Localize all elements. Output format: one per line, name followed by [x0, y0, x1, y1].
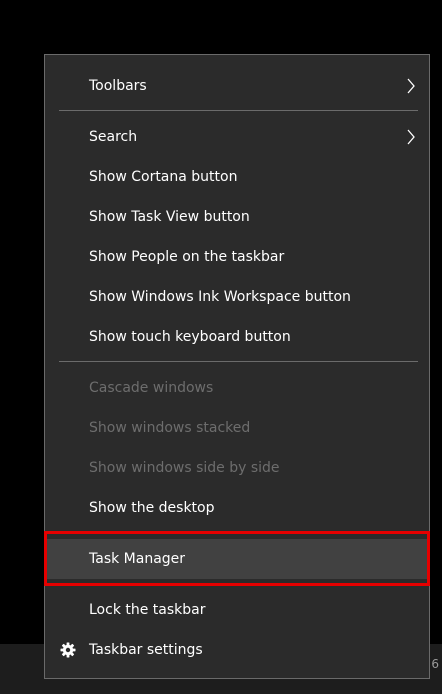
menu-separator	[59, 361, 418, 362]
menu-item-label: Show touch keyboard button	[89, 329, 291, 345]
menu-item-show-people[interactable]: Show People on the taskbar	[46, 237, 430, 277]
menu-item-label: Search	[89, 129, 138, 145]
gear-icon	[60, 642, 76, 658]
menu-item-label: Show Cortana button	[89, 169, 238, 185]
menu-item-label: Toolbars	[89, 78, 147, 94]
taskbar-context-menu: Toolbars Search Show Cortana button Show…	[44, 54, 430, 679]
menu-item-label: Show Windows Ink Workspace button	[89, 289, 351, 305]
menu-item-toolbars[interactable]: Toolbars	[46, 66, 430, 106]
tray-clock-fragment: 6	[431, 657, 439, 671]
chevron-right-icon	[407, 129, 415, 145]
menu-separator	[59, 532, 418, 533]
menu-item-label: Task Manager	[89, 551, 186, 567]
menu-item-search[interactable]: Search	[46, 117, 430, 157]
menu-item-label: Show windows side by side	[89, 460, 280, 476]
menu-item-label: Show windows stacked	[89, 420, 251, 436]
menu-item-taskbar-settings[interactable]: Taskbar settings	[46, 630, 430, 670]
menu-separator	[59, 110, 418, 111]
menu-item-label: Taskbar settings	[89, 642, 203, 658]
menu-item-task-manager[interactable]: Task Manager	[46, 539, 430, 579]
menu-item-show-the-desktop[interactable]: Show the desktop	[46, 488, 430, 528]
menu-item-label: Cascade windows	[89, 380, 214, 396]
menu-item-show-windows-side-by-side: Show windows side by side	[46, 448, 430, 488]
menu-item-label: Lock the taskbar	[89, 602, 206, 618]
menu-item-lock-the-taskbar[interactable]: Lock the taskbar	[46, 590, 430, 630]
menu-item-show-touch-keyboard[interactable]: Show touch keyboard button	[46, 317, 430, 357]
menu-separator	[59, 583, 418, 584]
chevron-right-icon	[407, 78, 415, 94]
menu-item-show-task-view-button[interactable]: Show Task View button	[46, 197, 430, 237]
menu-item-label: Show the desktop	[89, 500, 215, 516]
menu-item-show-cortana-button[interactable]: Show Cortana button	[46, 157, 430, 197]
menu-item-show-windows-ink[interactable]: Show Windows Ink Workspace button	[46, 277, 430, 317]
menu-item-show-windows-stacked: Show windows stacked	[46, 408, 430, 448]
menu-item-cascade-windows: Cascade windows	[46, 368, 430, 408]
menu-item-label: Show People on the taskbar	[89, 249, 285, 265]
menu-item-label: Show Task View button	[89, 209, 250, 225]
